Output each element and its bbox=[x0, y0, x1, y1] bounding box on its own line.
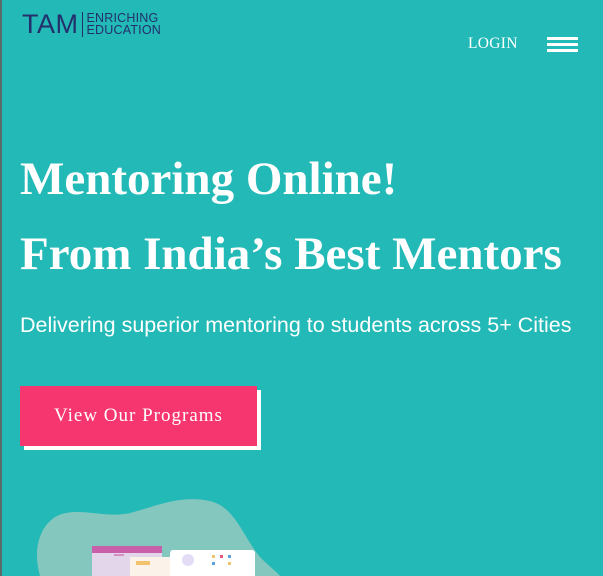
login-link[interactable]: LOGIN bbox=[468, 35, 518, 53]
hero-subtitle: Delivering superior mentoring to student… bbox=[20, 313, 572, 337]
hero-headline-line2: From India’s Best Mentors bbox=[20, 228, 562, 280]
logo-tagline-line2: EDUCATION bbox=[86, 23, 161, 37]
logo-divider bbox=[81, 11, 83, 37]
logo-mark: TAM bbox=[22, 9, 79, 39]
illustration-dot-yellow bbox=[212, 555, 215, 558]
hamburger-bar-middle bbox=[547, 43, 578, 46]
hero-illustration bbox=[36, 499, 280, 576]
illustration-dot-blue-2 bbox=[212, 562, 215, 565]
hamburger-bar-top bbox=[547, 37, 578, 40]
hero-headline-line1: Mentoring Online! bbox=[20, 153, 398, 205]
hamburger-menu-icon[interactable] bbox=[547, 37, 578, 52]
page-left-border bbox=[0, 0, 2, 576]
logo-tagline: ENRICHING EDUCATION bbox=[86, 11, 162, 37]
illustration-avatar bbox=[182, 554, 194, 566]
cta-button-wrapper: View Our Programs bbox=[20, 386, 262, 451]
hamburger-bar-bottom bbox=[547, 49, 578, 52]
illustration-card-middle-bar bbox=[136, 561, 150, 565]
illustration-card-left-line bbox=[114, 554, 124, 556]
logo[interactable]: TAM ENRICHING EDUCATION bbox=[22, 9, 161, 39]
illustration-dot-pink bbox=[220, 555, 223, 558]
illustration-dot-blue bbox=[228, 555, 231, 558]
illustration-dot-yellow-2 bbox=[228, 562, 231, 565]
view-programs-button[interactable]: View Our Programs bbox=[20, 386, 257, 446]
illustration-card-left-header bbox=[92, 546, 162, 553]
